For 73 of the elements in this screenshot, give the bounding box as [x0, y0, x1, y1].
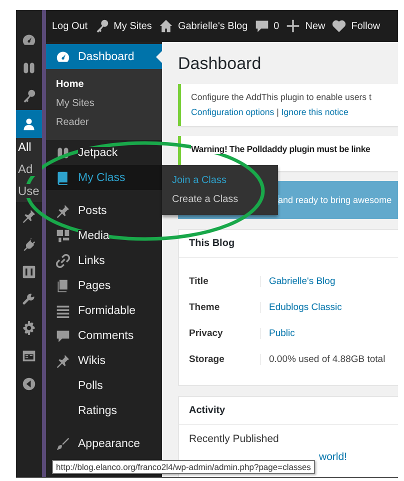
toolbar-link[interactable]: 0	[274, 20, 280, 32]
card-title: Activity	[179, 396, 398, 425]
menu-item[interactable]: Polls	[46, 373, 162, 398]
plug-icon	[22, 237, 36, 251]
notice-text: Warning! The Polldaddy plugin must be linke	[191, 144, 370, 154]
flyout-item[interactable]: Create a Class	[172, 194, 238, 205]
rings-icon	[22, 61, 36, 75]
wrench-icon	[22, 293, 36, 307]
pin-icon	[56, 354, 70, 368]
menu-item[interactable]: Use	[18, 184, 42, 198]
menu-item[interactable]: Appearance	[46, 431, 162, 456]
comment-icon	[56, 328, 70, 342]
plus-icon	[286, 19, 300, 33]
toolbar-link[interactable]: Log Out	[52, 20, 88, 32]
banner-text: and ready to bring awesome	[278, 194, 392, 205]
row-label: Privacy	[189, 328, 261, 339]
key-icon	[22, 89, 36, 103]
book-icon	[56, 170, 70, 184]
home-icon	[158, 19, 173, 33]
media-icon	[56, 228, 70, 242]
brush-icon	[56, 436, 70, 450]
menu-item[interactable]: Links	[46, 248, 162, 273]
user-icon	[22, 117, 36, 131]
settings-icon	[22, 321, 36, 335]
pages-icon	[56, 278, 70, 292]
heart-icon	[332, 19, 346, 33]
menu-item[interactable]: Posts	[46, 198, 162, 223]
notice-link[interactable]: Configuration options	[191, 106, 274, 117]
toolbar-link[interactable]: Follow	[351, 20, 380, 32]
row-value: 0.00% used of 4.88GB total	[268, 354, 386, 365]
dashboard-icon	[56, 50, 70, 64]
menu-item[interactable]: Dashboard	[46, 44, 162, 69]
menu-item[interactable]: Ratings	[46, 398, 162, 423]
menu-item[interactable]: Jetpack	[46, 140, 162, 165]
menu-item[interactable]: Ad	[18, 162, 42, 176]
notice-link[interactable]: Ignore this notice	[281, 106, 348, 117]
jetpack-icon	[56, 146, 70, 160]
flyout-item[interactable]: Join a Class	[172, 175, 226, 186]
row-link[interactable]: Gabrielle's Blog	[261, 276, 398, 287]
submenu-item[interactable]: My Sites	[46, 94, 162, 113]
section-heading: Recently Published	[189, 432, 280, 445]
post-link[interactable]: world!	[189, 450, 388, 463]
menu-item[interactable]: Pages	[46, 273, 162, 298]
gauge-icon	[22, 33, 36, 47]
row-label: Theme	[189, 302, 261, 313]
submenu-item[interactable]: Home	[46, 75, 162, 94]
row-link[interactable]: Edublogs Classic	[261, 302, 398, 313]
menu-item[interactable]: Comments	[46, 323, 162, 348]
row-label: Storage	[189, 354, 261, 365]
page-title: Dashboard	[178, 54, 262, 74]
link-icon	[56, 254, 70, 268]
menu-item[interactable]: My Class	[46, 165, 162, 190]
comment-icon	[254, 19, 269, 33]
toolbar-link[interactable]: Gabrielle's Blog	[178, 20, 248, 32]
key-icon	[94, 19, 109, 33]
link-separator: |	[276, 106, 279, 117]
list-icon	[56, 304, 70, 318]
row-label: Title	[189, 276, 261, 287]
row-link[interactable]: Public	[261, 328, 398, 339]
card-title: This Blog	[189, 238, 235, 249]
menu-item[interactable]: Wikis	[46, 348, 162, 373]
collapse-icon	[22, 377, 36, 391]
submenu-item[interactable]: Reader	[46, 113, 162, 132]
toolbar-link[interactable]: My Sites	[114, 20, 152, 32]
toolbar-link[interactable]: New	[305, 20, 326, 32]
notice-text: Configure the AddThis plugin to enable users t	[191, 91, 372, 104]
sliders-icon	[22, 265, 36, 279]
menu-item[interactable]: Media	[46, 223, 162, 248]
pin-icon	[56, 204, 70, 218]
menu-item[interactable]: Formidable	[46, 298, 162, 323]
window-icon	[22, 349, 36, 363]
url-tooltip: http://blog.elanco.org/franco2l4/wp-admin/admin.php?page=classes	[52, 460, 315, 474]
pin-icon	[22, 209, 36, 223]
